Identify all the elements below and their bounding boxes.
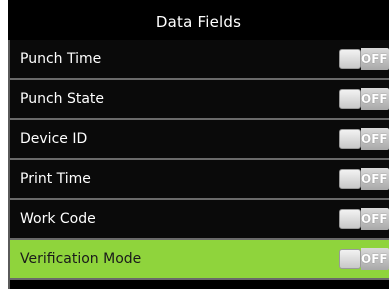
off-toggle-switch[interactable]: OFF [337,168,389,190]
field-label: Print Time [20,171,91,187]
off-toggle-switch[interactable]: OFF [337,88,389,110]
field-label: Verification Mode [20,251,142,267]
page-title: Data Fields [155,13,242,31]
off-toggle-switch[interactable]: OFF [337,208,389,230]
toggle-knob [339,169,361,189]
screen-header: Data Fields [8,6,389,38]
toggle-track: OFF [361,128,389,150]
toggle-state-text: OFF [361,52,388,66]
left-gutter [0,0,8,289]
left-edge-line [8,40,10,289]
fields-list: Punch Time OFF Punch State OFF Device ID [8,40,389,280]
off-toggle-switch[interactable]: OFF [337,248,389,270]
toggle-state-text: OFF [361,172,388,186]
field-row-device-id[interactable]: Device ID OFF [8,120,389,160]
toggle-knob [339,89,361,109]
toggle-track: OFF [361,88,389,110]
toggle-knob [339,129,361,149]
field-label: Work Code [20,211,96,227]
toggle-state-text: OFF [361,252,388,266]
toggle-knob [339,249,361,269]
toggle-track: OFF [361,168,389,190]
field-label: Device ID [20,131,88,147]
field-row-punch-time[interactable]: Punch Time OFF [8,40,389,80]
field-row-work-code[interactable]: Work Code OFF [8,200,389,240]
toggle-knob [339,49,361,69]
off-toggle-switch[interactable]: OFF [337,128,389,150]
data-fields-screen: Data Fields Punch Time OFF Punch State O… [0,0,389,289]
field-row-print-time[interactable]: Print Time OFF [8,160,389,200]
field-label: Punch Time [20,51,102,67]
toggle-state-text: OFF [361,92,388,106]
toggle-state-text: OFF [361,212,388,226]
toggle-track: OFF [361,208,389,230]
toggle-knob [339,209,361,229]
toggle-state-text: OFF [361,132,388,146]
toggle-track: OFF [361,248,389,270]
field-label: Punch State [20,91,105,107]
field-row-punch-state[interactable]: Punch State OFF [8,80,389,120]
off-toggle-switch[interactable]: OFF [337,48,389,70]
field-row-verification-mode[interactable]: Verification Mode OFF [8,240,389,280]
toggle-track: OFF [361,48,389,70]
